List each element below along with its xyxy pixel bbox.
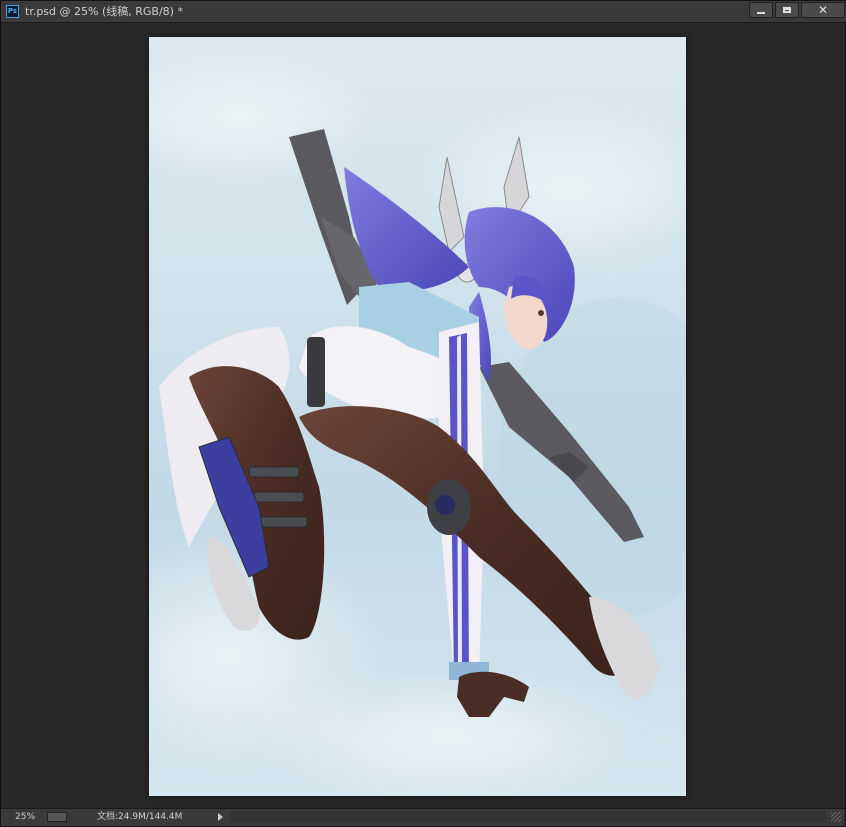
window-controls: ✕ bbox=[747, 1, 846, 19]
minimize-button[interactable] bbox=[749, 2, 773, 18]
document-size-info: 文档:24.9M/144.4M bbox=[97, 812, 183, 822]
close-icon: ✕ bbox=[817, 3, 829, 17]
status-scroll-track[interactable] bbox=[230, 811, 826, 823]
minimize-icon bbox=[757, 11, 765, 14]
belt bbox=[307, 337, 325, 407]
status-bar: 25% 文档:24.9M/144.4M bbox=[1, 808, 845, 826]
photoshop-icon: Ps bbox=[6, 5, 19, 18]
maximize-button[interactable] bbox=[775, 2, 799, 18]
artwork bbox=[149, 47, 686, 796]
document-canvas[interactable] bbox=[149, 37, 686, 796]
title-bar[interactable]: Ps tr.psd @ 25% (线稿, RGB/8) * ✕ bbox=[1, 1, 846, 23]
knee-device bbox=[427, 479, 471, 535]
zoom-level[interactable]: 25% bbox=[15, 812, 35, 823]
status-menu-arrow-icon[interactable] bbox=[218, 813, 223, 821]
preview-toggle-button[interactable] bbox=[47, 812, 67, 822]
resize-grip-icon[interactable] bbox=[831, 812, 841, 822]
document-title: tr.psd @ 25% (线稿, RGB/8) * bbox=[25, 5, 183, 18]
close-button[interactable]: ✕ bbox=[801, 2, 845, 18]
canvas-workspace[interactable] bbox=[1, 23, 845, 808]
cloud bbox=[149, 47, 379, 187]
photoshop-document-window: Ps tr.psd @ 25% (线稿, RGB/8) * ✕ 25% 文档:2… bbox=[0, 0, 846, 827]
maximize-icon bbox=[783, 7, 791, 13]
